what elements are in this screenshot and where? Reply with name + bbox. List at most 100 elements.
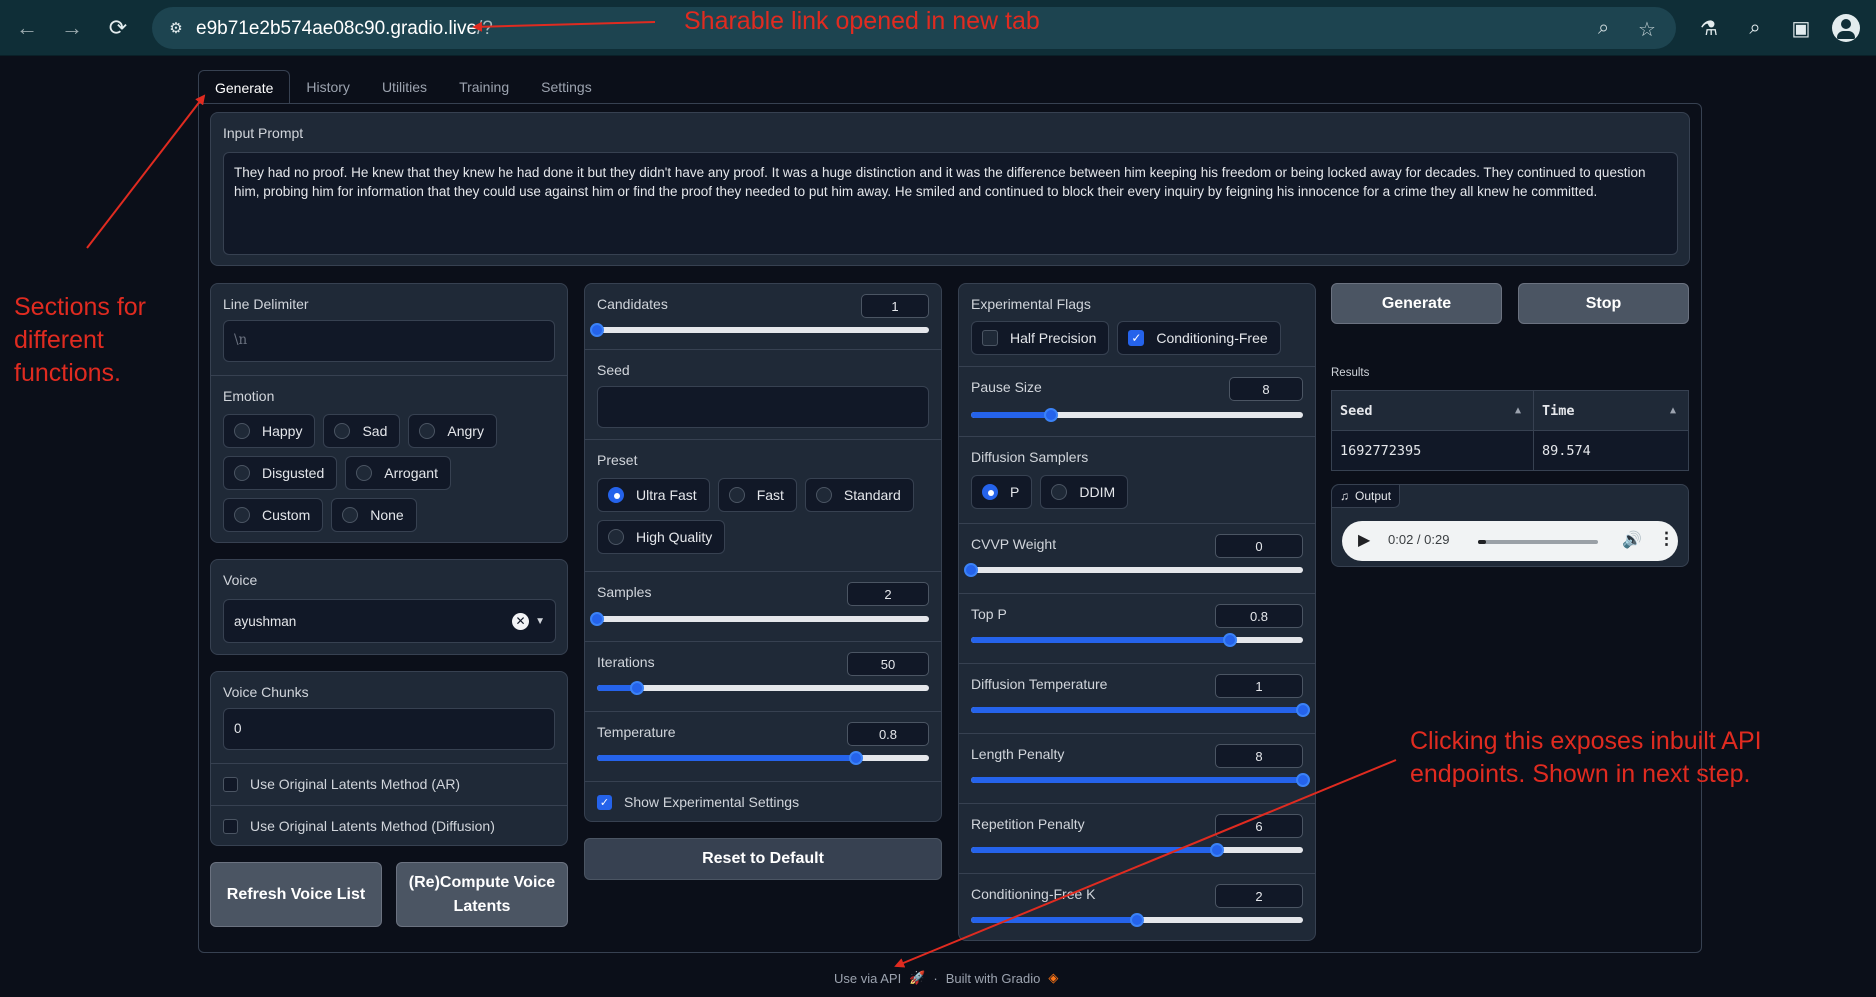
labs-flask-icon[interactable]: ⚗: [1694, 13, 1724, 43]
stop-button[interactable]: Stop: [1518, 283, 1689, 324]
conditioning-free-k-number[interactable]: 2: [1215, 884, 1303, 908]
pause-size-slider[interactable]: [971, 408, 1303, 422]
refresh-voice-list-button[interactable]: Refresh Voice List: [210, 862, 382, 927]
emotion-option-none[interactable]: None: [331, 498, 417, 532]
search-icon[interactable]: ⌕: [1740, 13, 1770, 43]
seed-block: Seed: [585, 349, 941, 439]
preset-option-high-quality[interactable]: High Quality: [597, 520, 726, 554]
top-p-number[interactable]: 0.8: [1215, 604, 1303, 628]
results-header-seed[interactable]: Seed ▲: [1331, 390, 1534, 431]
preset-block: Preset Ultra Fast Fast Standard High Qua…: [585, 439, 941, 571]
original-latents-ar-checkbox[interactable]: Use Original Latents Method (AR): [223, 776, 555, 792]
preset-label: Preset: [597, 452, 638, 468]
preset-option-fast[interactable]: Fast: [717, 478, 797, 512]
annotation-api-line1: Clicking this exposes inbuilt API: [1410, 727, 1762, 755]
more-options-icon[interactable]: ⋮: [1658, 529, 1675, 549]
emotion-option-disgusted[interactable]: Disgusted: [223, 456, 338, 490]
voice-chunks-block: Voice Chunks 0: [211, 672, 567, 763]
repetition-penalty-number[interactable]: 6: [1215, 814, 1303, 838]
bookmark-star-icon[interactable]: ☆: [1638, 17, 1656, 42]
original-latents-ar-block: Use Original Latents Method (AR): [211, 763, 567, 805]
profile-avatar-icon[interactable]: [1832, 14, 1860, 42]
arrow-to-tabs: [86, 94, 206, 249]
url-text[interactable]: e9b71e2b574ae08c90.gradio.live/?: [196, 18, 493, 40]
tab-generate[interactable]: Generate: [198, 70, 291, 104]
zoom-icon[interactable]: ⌕: [1598, 17, 1609, 40]
gradio-logo-icon: ◈: [1048, 970, 1059, 985]
tab-utilities[interactable]: Utilities: [366, 70, 443, 104]
generate-button[interactable]: Generate: [1331, 283, 1502, 324]
preset-option-ultra-fast[interactable]: Ultra Fast: [597, 478, 710, 512]
sampler-option-p[interactable]: P: [971, 475, 1033, 509]
length-penalty-number[interactable]: 8: [1215, 744, 1303, 768]
emotion-block: Emotion Happy Sad Angry Disgusted Arroga…: [211, 375, 567, 542]
samples-block: Samples 2: [585, 571, 941, 641]
diffusion-samplers-label: Diffusion Samplers: [971, 449, 1089, 465]
results-table: Seed ▲ Time ▲ 1692772395 89.574: [1331, 390, 1689, 471]
temperature-slider[interactable]: [597, 751, 929, 765]
experimental-flags-label: Experimental Flags: [971, 296, 1091, 312]
annotation-api-line2: endpoints. Shown in next step.: [1410, 760, 1751, 788]
voice-dropdown[interactable]: ayushman ✕ ▼: [223, 599, 556, 643]
show-experimental-checkbox[interactable]: ✓ Show Experimental Settings: [597, 794, 929, 810]
conditioning-free-k-slider[interactable]: [971, 913, 1303, 927]
clear-icon[interactable]: ✕: [512, 613, 529, 630]
tab-training[interactable]: Training: [443, 70, 525, 104]
conditioning-free-checkbox[interactable]: ✓ Conditioning-Free: [1117, 321, 1281, 355]
emotion-option-angry[interactable]: Angry: [408, 414, 497, 448]
sampler-option-ddim[interactable]: DDIM: [1040, 475, 1129, 509]
preset-option-standard[interactable]: Standard: [804, 478, 914, 512]
pause-size-number[interactable]: 8: [1229, 377, 1303, 401]
iterations-number[interactable]: 50: [847, 652, 929, 676]
samples-number[interactable]: 2: [847, 582, 929, 606]
play-icon[interactable]: ▶: [1358, 530, 1370, 550]
audio-player[interactable]: ▶ 0:02 / 0:29 🔊 ⋮: [1342, 521, 1678, 561]
site-info-icon[interactable]: ⚙: [162, 14, 190, 42]
results-header-time[interactable]: Time ▲: [1533, 390, 1689, 431]
built-with-gradio-link[interactable]: Built with Gradio: [946, 971, 1041, 986]
top-p-slider[interactable]: [971, 633, 1303, 647]
half-precision-checkbox[interactable]: Half Precision: [971, 321, 1110, 355]
results-cell-time[interactable]: 89.574: [1533, 430, 1689, 471]
use-via-api-link[interactable]: Use via API: [834, 971, 901, 986]
audio-time: 0:02 / 0:29: [1388, 532, 1450, 547]
line-delimiter-input[interactable]: \n: [223, 320, 555, 362]
back-icon[interactable]: ←: [12, 13, 42, 43]
results-cell-seed[interactable]: 1692772395: [1331, 430, 1534, 471]
cvvp-weight-number[interactable]: 0: [1215, 534, 1303, 558]
voice-panel: Voice ayushman ✕ ▼: [210, 559, 568, 655]
seed-input[interactable]: [597, 386, 929, 428]
volume-icon[interactable]: 🔊: [1622, 530, 1642, 550]
candidates-slider[interactable]: [590, 323, 929, 337]
tab-settings[interactable]: Settings: [525, 70, 608, 104]
reset-to-default-button[interactable]: Reset to Default: [584, 838, 942, 880]
sort-icon[interactable]: ▲: [1515, 405, 1521, 416]
length-penalty-slider[interactable]: [971, 773, 1310, 787]
emotion-option-arrogant[interactable]: Arrogant: [345, 456, 451, 490]
emotion-option-sad[interactable]: Sad: [323, 414, 401, 448]
recompute-voice-latents-button[interactable]: (Re)Compute Voice Latents: [396, 862, 568, 927]
emotion-option-happy[interactable]: Happy: [223, 414, 316, 448]
iterations-slider[interactable]: [597, 681, 929, 695]
side-panel-icon[interactable]: ▣: [1786, 13, 1816, 43]
audio-progress-bar[interactable]: [1478, 540, 1598, 544]
diffusion-temperature-block: Diffusion Temperature 1: [959, 663, 1315, 733]
input-prompt-textarea[interactable]: They had no proof. He knew that they kne…: [223, 152, 1678, 255]
line-delimiter-block: Line Delimiter \n: [211, 284, 567, 375]
sort-icon[interactable]: ▲: [1670, 405, 1676, 416]
samples-slider[interactable]: [590, 612, 929, 626]
reload-icon[interactable]: ⟳: [103, 13, 133, 43]
diffusion-temperature-slider[interactable]: [971, 703, 1310, 717]
original-latents-diffusion-checkbox[interactable]: Use Original Latents Method (Diffusion): [223, 818, 555, 834]
cvvp-weight-slider[interactable]: [964, 563, 1303, 577]
chevron-down-icon[interactable]: ▼: [535, 612, 545, 631]
repetition-penalty-slider[interactable]: [971, 843, 1303, 857]
emotion-option-custom[interactable]: Custom: [223, 498, 324, 532]
tab-history[interactable]: History: [290, 70, 366, 104]
forward-icon[interactable]: →: [57, 13, 87, 43]
temperature-number[interactable]: 0.8: [847, 722, 929, 746]
voice-chunks-input[interactable]: 0: [223, 708, 555, 750]
candidates-number[interactable]: 1: [861, 294, 929, 318]
emotion-label: Emotion: [223, 388, 275, 404]
diffusion-temperature-number[interactable]: 1: [1215, 674, 1303, 698]
